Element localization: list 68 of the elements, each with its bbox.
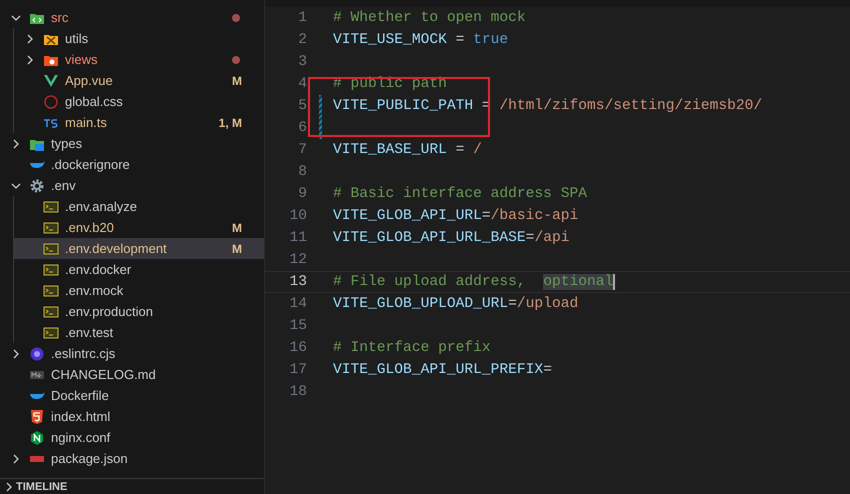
folder-item[interactable]: types [0, 133, 264, 154]
terminal-icon [43, 304, 59, 320]
code-line: VITE_GLOB_API_URL_PREFIX= [333, 362, 552, 378]
line-number: 16 [288, 340, 307, 356]
line-number: 3 [297, 54, 307, 70]
file-item[interactable]: .env.docker [14, 259, 264, 280]
gear-icon [29, 178, 45, 194]
line-number: 17 [288, 362, 307, 378]
line-number: 5 [297, 98, 307, 114]
file-item[interactable]: index.html [0, 406, 264, 427]
file-item[interactable]: .env.development M [14, 238, 264, 259]
line-number: 8 [297, 164, 307, 180]
line-number: 6 [297, 120, 307, 136]
line-number: 4 [297, 76, 307, 92]
file-item[interactable]: .dockerignore [0, 154, 264, 175]
line-number: 18 [288, 384, 307, 400]
git-status-label: 1, M [218, 116, 242, 130]
code-line: VITE_BASE_URL = / [333, 142, 482, 158]
line-number: 7 [297, 142, 307, 158]
line-number: 13 [288, 274, 307, 290]
nginx-icon [29, 430, 45, 446]
line-number: 1 [297, 10, 307, 26]
git-status-label: M [232, 74, 242, 88]
file-item[interactable]: App.vue M [14, 70, 264, 91]
code-line: VITE_USE_MOCK = true [333, 32, 508, 48]
file-item[interactable]: .env.production [14, 301, 264, 322]
line-number: 11 [288, 230, 307, 246]
file-item[interactable]: Dockerfile [0, 385, 264, 406]
timeline-header[interactable]: TIMELINE [0, 478, 264, 494]
file-item[interactable]: .env.mock [14, 280, 264, 301]
vue-icon [43, 72, 59, 88]
folder-item[interactable]: .env [0, 175, 264, 196]
code-line: # Basic interface address SPA [333, 186, 587, 202]
code-line: # File upload address, optional [333, 274, 616, 290]
terminal-icon [43, 220, 59, 236]
folder-item[interactable]: .eslintrc.cjs [0, 343, 264, 364]
code-line: VITE_GLOB_API_URL_BASE=/api [333, 230, 570, 246]
line-number: 14 [288, 296, 307, 312]
code-line: # Whether to open mock [333, 10, 526, 26]
terminal-icon [43, 324, 59, 340]
terminal-icon [43, 262, 59, 278]
line-number: 2 [297, 32, 307, 48]
terminal-icon [43, 240, 59, 256]
folder-item[interactable]: src [0, 7, 264, 28]
file-item[interactable]: .env.test [14, 322, 264, 343]
code-line: # Interface prefix [333, 340, 491, 356]
file-item[interactable]: main.ts 1, M [14, 112, 264, 133]
file-item[interactable]: .env.analyze [14, 196, 264, 217]
file-item[interactable]: CHANGELOG.md [0, 364, 264, 385]
file-item[interactable]: global.css [14, 91, 264, 112]
code-line: VITE_GLOB_UPLOAD_URL=/upload [333, 296, 578, 312]
file-item[interactable]: nginx.conf [0, 427, 264, 448]
line-number: 9 [297, 186, 307, 202]
folder-item[interactable]: utils [14, 28, 264, 49]
folder-item[interactable]: package.json [0, 448, 264, 469]
css-icon [43, 94, 59, 110]
eslint-icon [29, 346, 45, 362]
git-status-label: M [232, 220, 242, 234]
line-number: 15 [288, 318, 307, 334]
terminal-icon [43, 282, 59, 298]
code-line: VITE_GLOB_API_URL=/basic-api [333, 208, 578, 224]
line-number: 10 [288, 208, 307, 224]
git-status-label: M [232, 242, 242, 256]
html-icon [29, 408, 45, 424]
file-item[interactable]: .env.b20 M [14, 217, 264, 238]
line-number: 12 [288, 252, 307, 268]
terminal-icon [43, 198, 59, 214]
folder-item[interactable]: views [14, 49, 264, 70]
